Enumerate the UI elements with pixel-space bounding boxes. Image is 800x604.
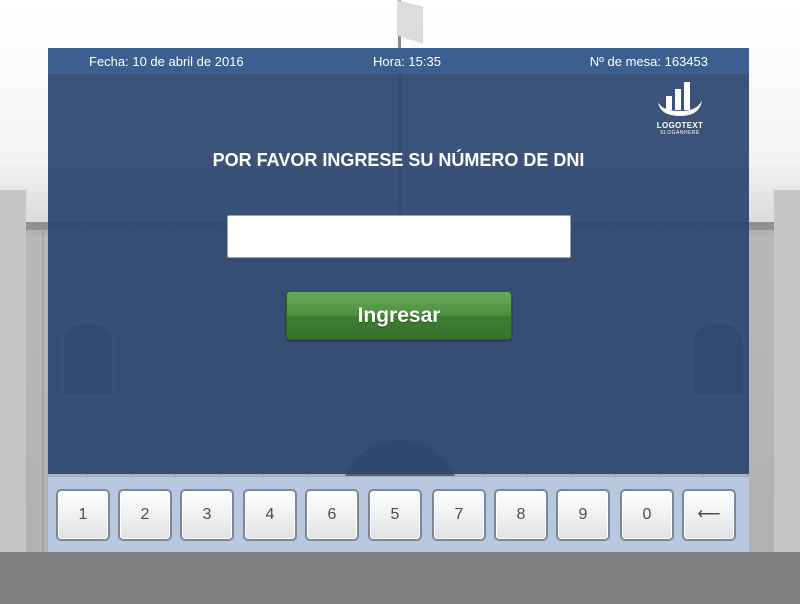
backspace-key[interactable]: ⟵: [682, 489, 736, 541]
key-3[interactable]: 3: [180, 489, 234, 541]
header-bar: Fecha: 10 de abril de 2016 Hora: 15:35 N…: [48, 48, 749, 74]
key-8[interactable]: 8: [494, 489, 548, 541]
logo-slogan: SLOGANHERE: [660, 130, 700, 136]
key-9[interactable]: 9: [556, 489, 610, 541]
table-number-label: Nº de mesa: 163453: [589, 54, 708, 69]
numeric-keypad: 1 2 3 4 6 5 7 8 9 0 ⟵: [48, 476, 749, 552]
dni-input[interactable]: [227, 215, 571, 258]
kiosk-panel: [48, 48, 749, 474]
key-0[interactable]: 0: [620, 489, 674, 541]
key-1[interactable]: 1: [56, 489, 110, 541]
left-arrow-icon: ⟵: [697, 506, 721, 523]
logo: LOGOTEXT SLOGANHERE: [652, 80, 712, 136]
key-2[interactable]: 2: [118, 489, 172, 541]
date-label: Fecha: 10 de abril de 2016: [89, 54, 244, 69]
time-label: Hora: 15:35: [373, 54, 441, 69]
building-pillar: [774, 190, 800, 604]
building-pillar: [0, 190, 26, 604]
logo-name: LOGOTEXT: [656, 121, 704, 130]
building-base: [0, 552, 800, 604]
key-5[interactable]: 5: [368, 489, 422, 541]
key-6[interactable]: 6: [305, 489, 359, 541]
submit-button[interactable]: Ingresar: [286, 291, 512, 340]
key-7[interactable]: 7: [432, 489, 486, 541]
key-4[interactable]: 4: [243, 489, 297, 541]
dni-prompt: POR FAVOR INGRESE SU NÚMERO DE DNI: [212, 150, 585, 170]
bar-chart-logo-icon: [658, 82, 702, 116]
